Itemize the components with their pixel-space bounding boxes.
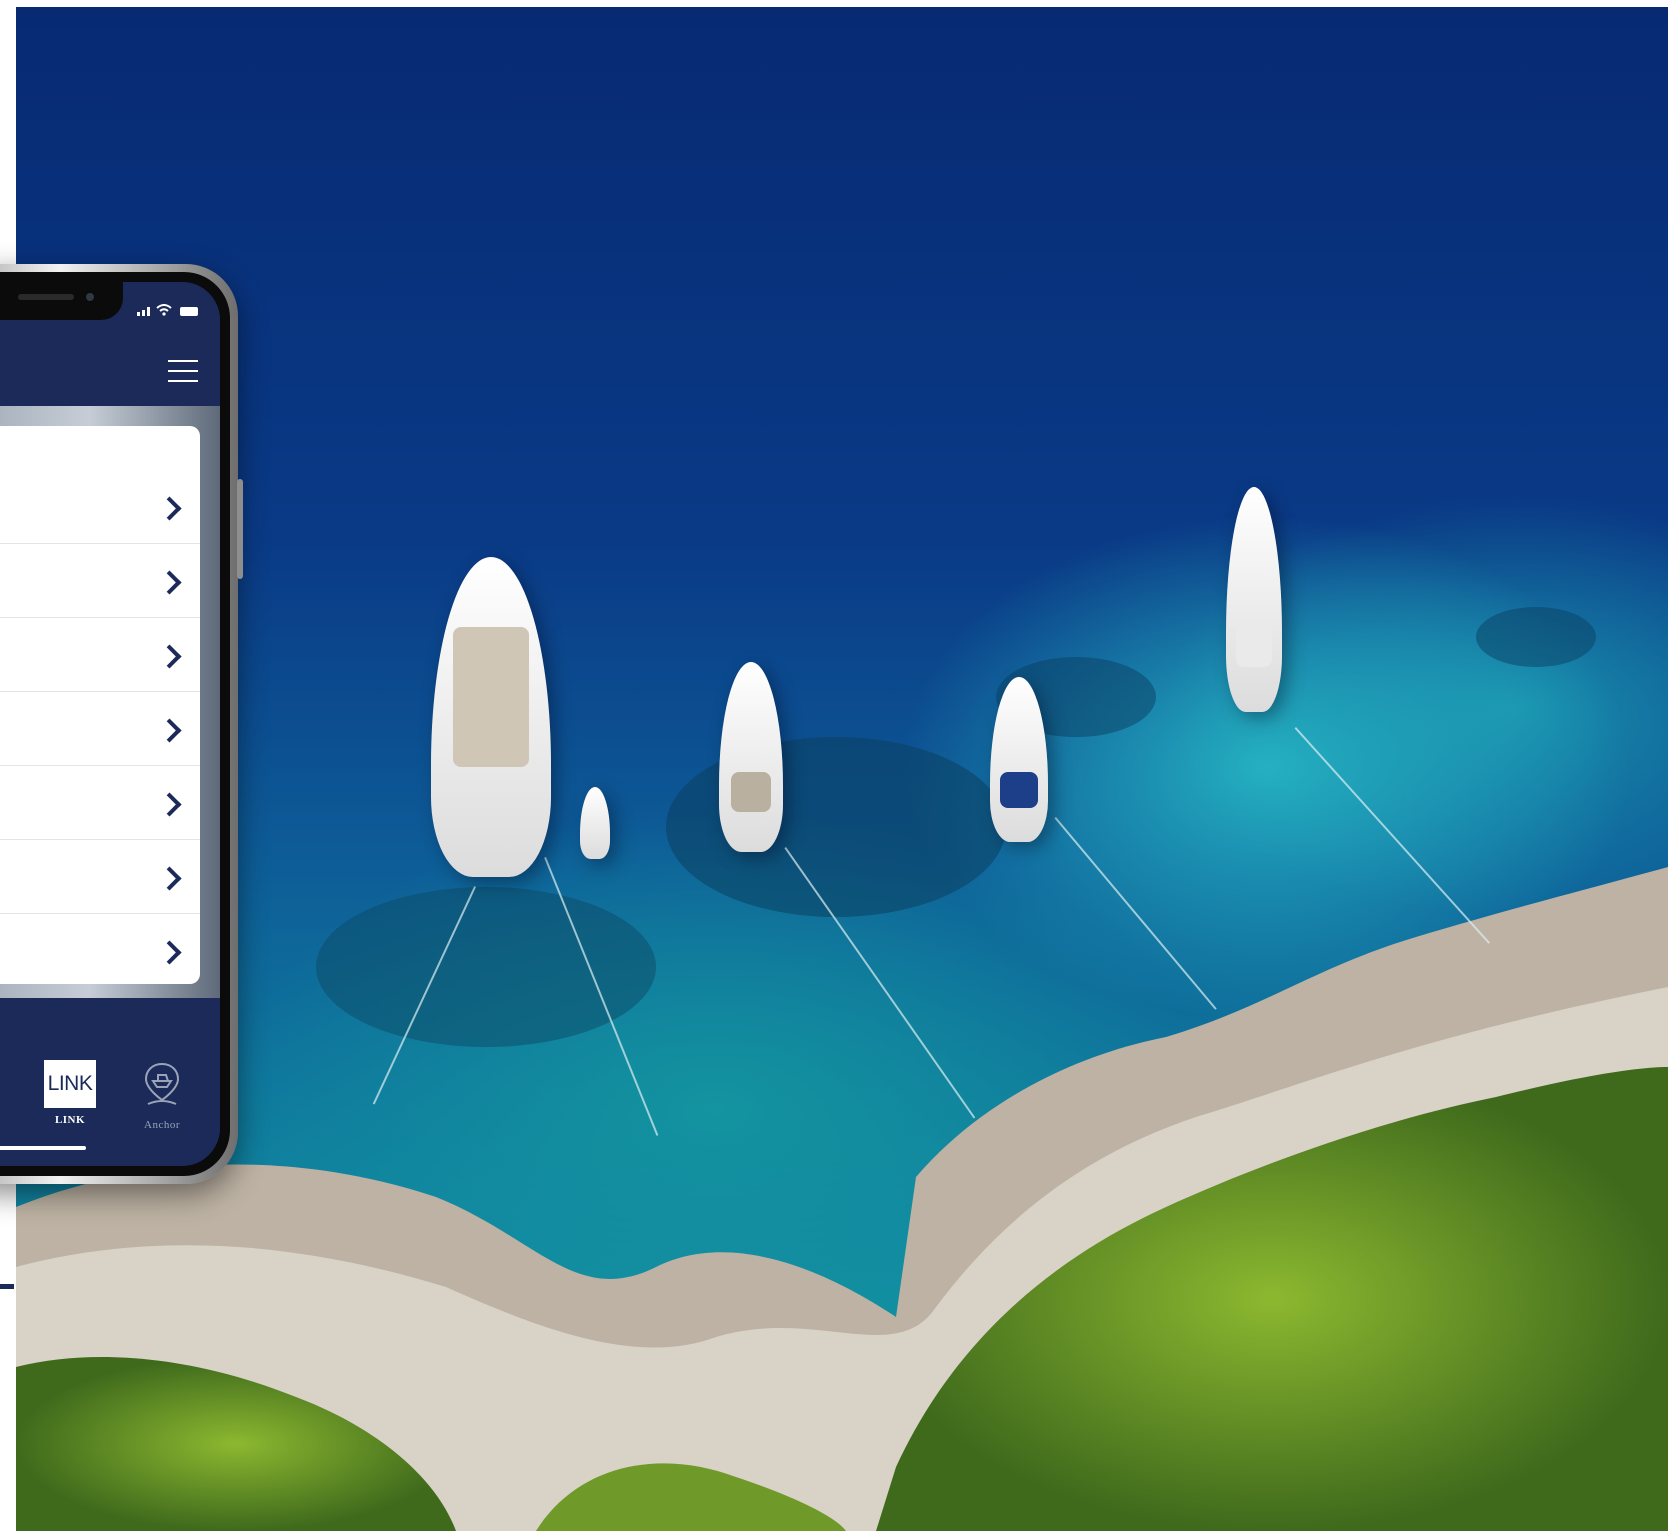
tab-label: LINK bbox=[54, 1114, 86, 1126]
menu-list bbox=[0, 426, 200, 984]
speaker-grille bbox=[18, 294, 74, 300]
list-item[interactable] bbox=[0, 618, 200, 692]
chevron-right-icon bbox=[157, 866, 182, 891]
list-item[interactable] bbox=[0, 692, 200, 766]
list-item[interactable] bbox=[0, 544, 200, 618]
phone-mockup: LINK LINK Anchor bbox=[0, 264, 243, 1184]
link-logo-icon: LINK bbox=[44, 1060, 96, 1108]
list-item[interactable] bbox=[0, 914, 200, 984]
status-bar bbox=[0, 282, 220, 340]
phone-bezel: LINK LINK Anchor bbox=[0, 272, 230, 1176]
hamburger-menu-icon[interactable] bbox=[168, 360, 198, 384]
signal-icon bbox=[137, 307, 150, 316]
accent-line bbox=[0, 1284, 14, 1289]
battery-icon bbox=[180, 307, 198, 316]
coastline-illustration bbox=[16, 607, 1668, 1531]
aerial-sea-photo bbox=[16, 7, 1668, 1531]
chevron-right-icon bbox=[157, 644, 182, 669]
phone-side-button bbox=[237, 479, 243, 579]
chevron-right-icon bbox=[157, 940, 182, 965]
anchor-boat-pin-icon bbox=[144, 1062, 180, 1105]
phone-notch bbox=[0, 282, 123, 320]
chevron-right-icon bbox=[157, 570, 182, 595]
status-icons bbox=[137, 304, 198, 316]
wifi-icon bbox=[156, 304, 172, 316]
tab-anchor[interactable]: Anchor bbox=[126, 1060, 198, 1131]
tab-link[interactable]: LINK LINK bbox=[34, 1060, 106, 1126]
list-item[interactable] bbox=[0, 426, 200, 544]
tab-label: Anchor bbox=[144, 1119, 180, 1131]
list-item[interactable] bbox=[0, 766, 200, 840]
front-camera bbox=[86, 293, 94, 301]
bottom-tab-bar: LINK LINK Anchor bbox=[0, 1030, 220, 1166]
chevron-right-icon bbox=[157, 718, 182, 743]
chevron-right-icon bbox=[157, 496, 182, 521]
chevron-right-icon bbox=[157, 792, 182, 817]
list-item[interactable] bbox=[0, 840, 200, 914]
phone-screen: LINK LINK Anchor bbox=[0, 282, 220, 1166]
home-indicator bbox=[0, 1146, 86, 1150]
app-header bbox=[0, 340, 220, 406]
